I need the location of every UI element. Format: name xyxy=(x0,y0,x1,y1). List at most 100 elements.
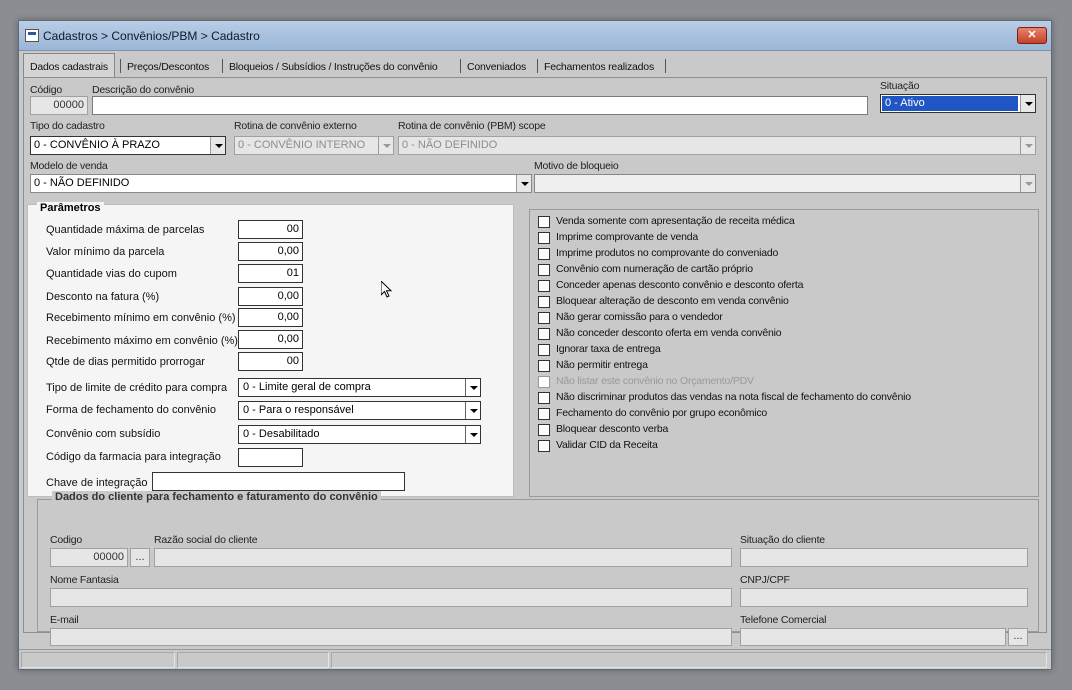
codigo-farmacia-label: Código da farmacia para integração xyxy=(46,451,221,463)
tab-fechamentos-realizados[interactable]: Fechamentos realizados xyxy=(538,55,660,77)
chevron-down-icon[interactable] xyxy=(465,402,480,419)
status-cell xyxy=(331,652,1047,668)
descricao-label: Descrição do convênio xyxy=(92,84,195,96)
flag-label: Conceder apenas desconto convênio e desc… xyxy=(556,279,804,291)
flag-label: Bloquear desconto verba xyxy=(556,423,669,435)
valor-minimo-label: Valor mínimo da parcela xyxy=(46,246,165,258)
situacao-label: Situação xyxy=(880,80,920,92)
parametros-title: Parâmetros xyxy=(37,202,104,214)
app-icon xyxy=(25,29,39,42)
flag-checkbox[interactable] xyxy=(538,408,550,420)
subsidio-value: 0 - Desabilitado xyxy=(243,428,320,440)
codigo-field: 00000 xyxy=(30,96,88,115)
chevron-down-icon[interactable] xyxy=(465,379,480,396)
tipo-cadastro-select[interactable]: 0 - CONVÊNIO À PRAZO xyxy=(30,136,226,155)
desconto-fatura-input[interactable]: 0,00 xyxy=(238,287,303,306)
situacao-selected-value: 0 - Ativo xyxy=(882,96,1018,111)
rotina-pbm-label: Rotina de convênio (PBM) scope xyxy=(398,120,546,132)
flag-checkbox[interactable] xyxy=(538,280,550,292)
status-bar xyxy=(19,649,1051,669)
chave-integracao-input[interactable] xyxy=(152,472,405,491)
chevron-down-icon xyxy=(378,137,393,154)
descricao-field[interactable] xyxy=(92,96,868,115)
chevron-down-icon[interactable] xyxy=(1020,175,1035,192)
forma-fechamento-value: 0 - Para o responsável xyxy=(243,404,354,416)
email-field xyxy=(50,628,732,646)
recebimento-maximo-input[interactable]: 0,00 xyxy=(238,330,303,349)
tab-conveniados[interactable]: Conveniados xyxy=(461,55,532,77)
mouse-cursor-icon xyxy=(381,281,393,298)
codigo-farmacia-input[interactable] xyxy=(238,448,303,467)
rotina-pbm-select: 0 - NÃO DEFINIDO xyxy=(398,136,1036,155)
rotina-externo-select: 0 - CONVÊNIO INTERNO xyxy=(234,136,394,155)
tab-bloqueios-subsidios[interactable]: Bloqueios / Subsídios / Instruções do co… xyxy=(223,55,444,77)
flag-label: Fechamento do convênio por grupo econômi… xyxy=(556,407,768,419)
status-cell xyxy=(177,652,329,668)
flag-checkbox[interactable] xyxy=(538,216,550,228)
flag-label: Bloquear alteração de desconto em venda … xyxy=(556,295,789,307)
recebimento-maximo-label: Recebimento máximo em convênio (%) xyxy=(46,335,238,347)
tab-precos-descontos[interactable]: Preços/Descontos xyxy=(121,55,215,77)
telefone-field xyxy=(740,628,1006,646)
motivo-bloqueio-select[interactable] xyxy=(534,174,1036,193)
chevron-down-icon[interactable] xyxy=(1020,95,1035,112)
tipo-cadastro-value: 0 - CONVÊNIO À PRAZO xyxy=(34,139,160,151)
window-title: Cadastros > Convênios/PBM > Cadastro xyxy=(43,29,260,43)
flag-label: Venda somente com apresentação de receit… xyxy=(556,215,795,227)
title-bar: Cadastros > Convênios/PBM > Cadastro ✕ xyxy=(19,21,1051,51)
flag-checkbox[interactable] xyxy=(538,328,550,340)
flag-checkbox[interactable] xyxy=(538,360,550,372)
close-button[interactable]: ✕ xyxy=(1017,27,1047,44)
forma-fechamento-select[interactable]: 0 - Para o responsável xyxy=(238,401,481,420)
flag-checkbox[interactable] xyxy=(538,296,550,308)
subsidio-select[interactable]: 0 - Desabilitado xyxy=(238,425,481,444)
rotina-externo-label: Rotina de convênio externo xyxy=(234,120,357,132)
tipo-cadastro-label: Tipo do cadastro xyxy=(30,120,105,132)
situacao-select[interactable]: 0 - Ativo xyxy=(880,94,1036,113)
razao-social-label: Razão social do cliente xyxy=(154,534,258,546)
email-label: E-mail xyxy=(50,614,79,626)
flag-checkbox[interactable] xyxy=(538,440,550,452)
vias-cupom-input[interactable]: 01 xyxy=(238,264,303,283)
telefone-label: Telefone Comercial xyxy=(740,614,827,626)
flag-checkbox[interactable] xyxy=(538,264,550,276)
flag-checkbox[interactable] xyxy=(538,232,550,244)
cliente-codigo-label: Codigo xyxy=(50,534,83,546)
flag-checkbox[interactable] xyxy=(538,344,550,356)
qtd-parcelas-input[interactable]: 00 xyxy=(238,220,303,239)
motivo-bloqueio-label: Motivo de bloqueio xyxy=(534,160,619,172)
recebimento-minimo-label: Recebimento mínimo em convênio (%) xyxy=(46,312,236,324)
nome-fantasia-label: Nome Fantasia xyxy=(50,574,119,586)
chevron-down-icon[interactable] xyxy=(516,175,531,192)
cliente-codigo-field: 00000 xyxy=(50,548,128,567)
cliente-group-title: Dados do cliente para fechamento e fatur… xyxy=(52,491,381,503)
flag-checkbox[interactable] xyxy=(538,424,550,436)
limite-credito-value: 0 - Limite geral de compra xyxy=(243,381,371,393)
chevron-down-icon[interactable] xyxy=(210,137,225,154)
codigo-label: Código xyxy=(30,84,63,96)
recebimento-minimo-input[interactable]: 0,00 xyxy=(238,308,303,327)
telefone-lookup-button[interactable]: ... xyxy=(1008,628,1028,646)
flag-label: Ignorar taxa de entrega xyxy=(556,343,661,355)
dias-prorrogar-input[interactable]: 00 xyxy=(238,352,303,371)
tab-dados-cadastrais[interactable]: Dados cadastrais xyxy=(23,53,115,77)
situacao-cliente-label: Situação do cliente xyxy=(740,534,825,546)
rotina-externo-value: 0 - CONVÊNIO INTERNO xyxy=(238,139,366,151)
tab-bar: Dados cadastrais Preços/Descontos Bloque… xyxy=(19,53,1051,77)
limite-credito-select[interactable]: 0 - Limite geral de compra xyxy=(238,378,481,397)
desconto-fatura-label: Desconto na fatura (%) xyxy=(46,291,160,303)
qtd-parcelas-label: Quantidade máxima de parcelas xyxy=(46,224,205,236)
flag-label: Não discriminar produtos das vendas na n… xyxy=(556,391,911,403)
cliente-fechamento-group: Dados do cliente para fechamento e fatur… xyxy=(37,491,1039,646)
modelo-venda-select[interactable]: 0 - NÃO DEFINIDO xyxy=(30,174,532,193)
chevron-down-icon[interactable] xyxy=(465,426,480,443)
subsidio-label: Convênio com subsídio xyxy=(46,428,161,440)
flag-checkbox[interactable] xyxy=(538,392,550,404)
cliente-lookup-button[interactable]: ... xyxy=(130,548,150,567)
flag-checkbox[interactable] xyxy=(538,248,550,260)
flag-label: Convênio com numeração de cartão próprio xyxy=(556,263,753,275)
flag-checkbox[interactable] xyxy=(538,312,550,324)
valor-minimo-input[interactable]: 0,00 xyxy=(238,242,303,261)
flag-label: Não gerar comissão para o vendedor xyxy=(556,311,723,323)
situacao-cliente-field xyxy=(740,548,1028,567)
